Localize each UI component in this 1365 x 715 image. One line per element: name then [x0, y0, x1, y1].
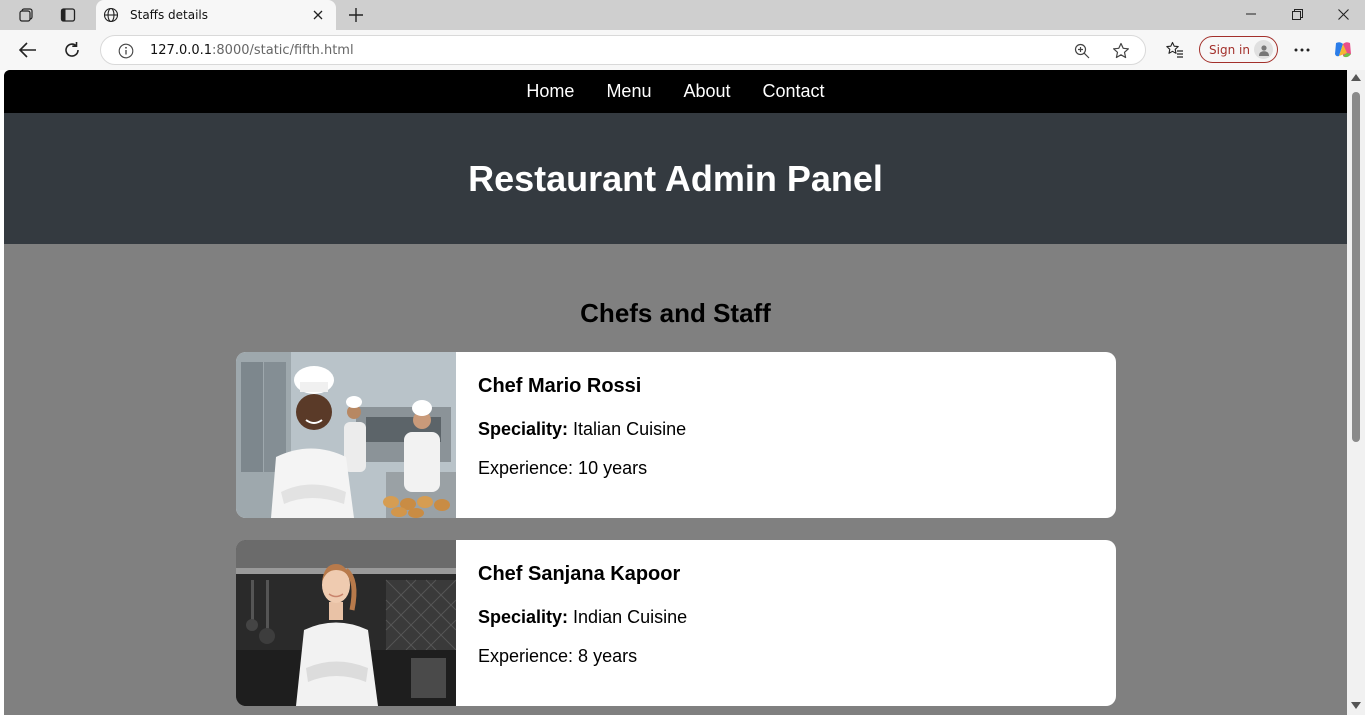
restore-button[interactable] — [1274, 0, 1320, 28]
chef-photo — [236, 540, 456, 706]
sign-in-button[interactable]: Sign in — [1199, 36, 1278, 63]
chef-name: Chef Sanjana Kapoor — [478, 563, 681, 585]
speciality-label: Speciality: — [478, 419, 569, 439]
chef-name: Chef Mario Rossi — [478, 375, 642, 397]
speciality-label: Speciality: — [478, 607, 569, 627]
globe-icon — [102, 6, 120, 24]
new-tab-button[interactable] — [344, 3, 368, 27]
favorites-icon[interactable] — [1160, 36, 1190, 64]
speciality-value: Italian Cuisine — [568, 419, 687, 439]
refresh-button[interactable] — [57, 36, 87, 64]
speciality-value: Indian Cuisine — [568, 607, 688, 627]
address-bar[interactable]: 127.0.0.1:8000/static/fifth.html — [100, 35, 1146, 65]
scrollbar-thumb[interactable] — [1352, 92, 1360, 442]
sign-in-label: Sign in — [1209, 42, 1250, 57]
nav-home-link[interactable]: Home — [526, 81, 574, 102]
nav-contact-link[interactable]: Contact — [763, 81, 825, 102]
page-title: Restaurant Admin Panel — [468, 158, 883, 199]
chef-speciality: Speciality: Italian Cuisine — [478, 419, 686, 440]
url-path: :8000/static/fifth.html — [212, 43, 354, 58]
nav-about-link[interactable]: About — [683, 81, 730, 102]
minimize-button[interactable] — [1228, 0, 1274, 28]
vertical-tabs-icon[interactable] — [54, 4, 82, 26]
scroll-down-arrow-icon[interactable] — [1351, 702, 1361, 709]
tab-title: Staffs details — [130, 8, 208, 22]
more-options-icon[interactable] — [1287, 36, 1317, 64]
zoom-icon[interactable] — [1073, 42, 1091, 60]
profile-avatar-icon — [1254, 40, 1273, 59]
url-text[interactable]: 127.0.0.1:8000/static/fifth.html — [150, 43, 354, 58]
chef-experience: Experience: 8 years — [478, 646, 638, 666]
chef-experience: Experience: 10 years — [478, 458, 648, 478]
chef-photo — [236, 352, 456, 518]
close-tab-icon[interactable] — [308, 5, 328, 25]
active-tab[interactable]: Staffs details — [96, 0, 336, 30]
chef-speciality: Speciality: Indian Cuisine — [478, 607, 687, 628]
page-header: Restaurant Admin Panel — [4, 113, 1347, 244]
page-viewport: Home Menu About Contact Restaurant Admin… — [4, 70, 1347, 715]
workspaces-icon[interactable] — [12, 4, 40, 26]
site-info-icon[interactable] — [117, 42, 135, 60]
close-window-button[interactable] — [1320, 0, 1365, 28]
browser-toolbar: 127.0.0.1:8000/static/fifth.html Sign in — [0, 30, 1365, 70]
browser-tab-bar: Staffs details — [0, 0, 1365, 30]
url-host: 127.0.0.1 — [150, 43, 213, 58]
chef-card: Chef Mario Rossi Speciality: Italian Cui… — [236, 352, 1116, 518]
copilot-icon[interactable] — [1328, 36, 1358, 64]
page-scrollbar[interactable] — [1347, 70, 1365, 715]
section-title: Chefs and Staff — [580, 298, 771, 328]
scroll-up-arrow-icon[interactable] — [1351, 74, 1361, 81]
nav-menu-link[interactable]: Menu — [606, 81, 651, 102]
favorite-star-icon[interactable] — [1111, 41, 1131, 61]
site-nav: Home Menu About Contact — [4, 70, 1347, 113]
back-button[interactable] — [13, 36, 43, 64]
chef-card: Chef Sanjana Kapoor Speciality: Indian C… — [236, 540, 1116, 706]
